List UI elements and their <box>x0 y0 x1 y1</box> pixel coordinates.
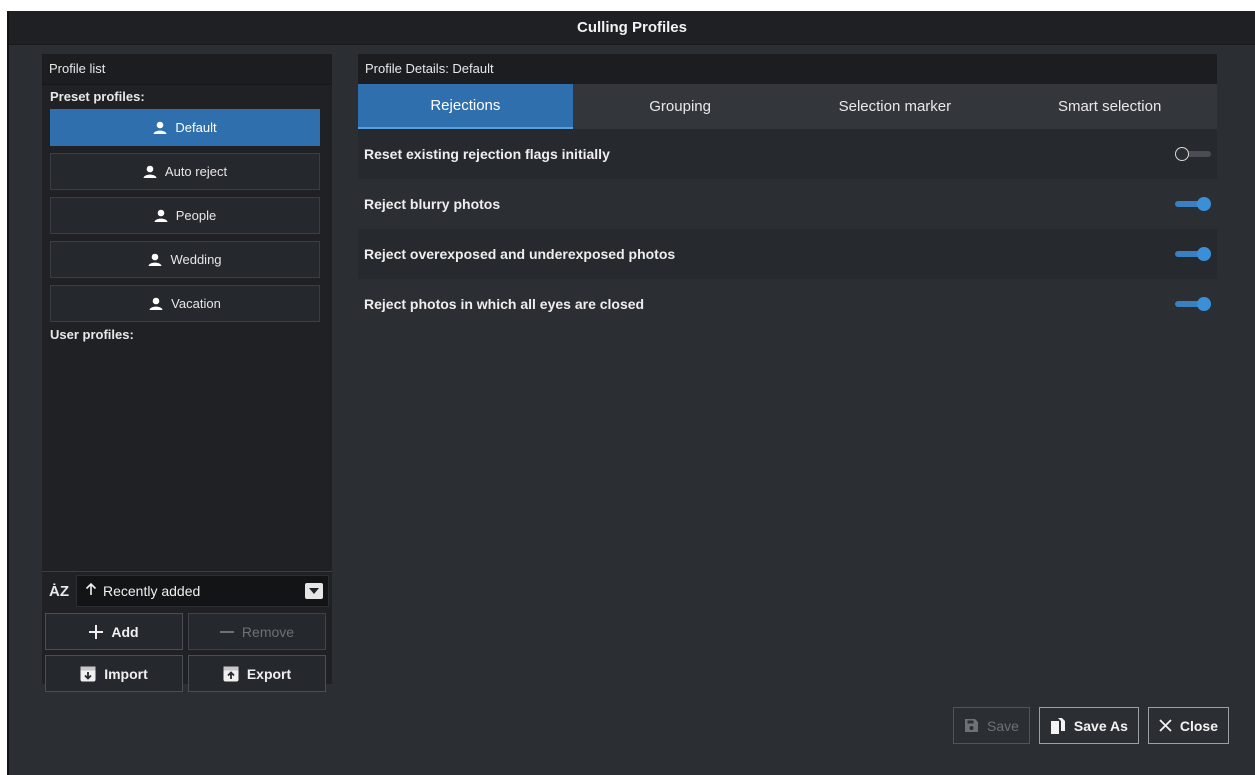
profile-item-default[interactable]: Default <box>50 109 320 146</box>
reset-flags-toggle[interactable] <box>1175 146 1211 162</box>
floppy-disk-icon <box>964 718 979 733</box>
profile-item-people[interactable]: People <box>50 197 320 234</box>
person-icon <box>153 121 167 134</box>
close-button-label: Close <box>1179 717 1218 734</box>
person-icon <box>154 209 168 222</box>
profile-list-panel: Profile list Preset profiles: Default Au… <box>42 54 332 692</box>
add-button[interactable]: Add <box>45 613 183 650</box>
option-label: Reject blurry photos <box>364 196 501 212</box>
remove-button-label: Remove <box>241 623 295 640</box>
window-title: Culling Profiles <box>9 11 1255 45</box>
profile-item-label: Auto reject <box>164 164 228 179</box>
option-label: Reject overexposed and underexposed phot… <box>364 246 676 262</box>
profile-item-label: Default <box>175 120 217 135</box>
dialog-footer: Save Save As Close <box>952 707 1229 744</box>
save-button-label: Save <box>986 717 1019 734</box>
user-profiles-label: User profiles: <box>50 327 134 342</box>
tab-grouping[interactable]: Grouping <box>573 84 788 129</box>
remove-button[interactable]: Remove <box>188 613 326 650</box>
import-icon <box>80 666 96 682</box>
tab-smart-selection[interactable]: Smart selection <box>1002 84 1217 129</box>
profile-item-vacation[interactable]: Vacation <box>50 285 320 322</box>
profile-item-label: Vacation <box>171 296 221 311</box>
profile-list-header: Profile list <box>42 54 332 85</box>
option-label: Reject photos in which all eyes are clos… <box>364 296 645 312</box>
sort-order-value: Recently added <box>103 583 201 599</box>
option-row-reset-flags: Reset existing rejection flags initially <box>358 129 1217 179</box>
export-button-label: Export <box>246 665 292 682</box>
person-icon <box>149 297 163 310</box>
preset-profiles-label: Preset profiles: <box>50 89 145 104</box>
plus-icon <box>89 624 104 639</box>
profile-details-header: Profile Details: Default <box>358 54 1217 84</box>
copy-document-icon <box>1050 717 1066 735</box>
details-tabs: Rejections Grouping Selection marker Sma… <box>358 84 1217 129</box>
person-icon <box>143 165 157 178</box>
close-button[interactable]: Close <box>1147 707 1229 744</box>
sort-bar: ȦZ Recently added <box>42 571 332 610</box>
minus-icon <box>219 625 234 639</box>
tab-rejections[interactable]: Rejections <box>358 84 573 129</box>
import-button[interactable]: Import <box>45 655 183 692</box>
save-as-button-label: Save As <box>1073 717 1128 734</box>
export-button[interactable]: Export <box>188 655 326 692</box>
profile-details-panel: Profile Details: Default Rejections Grou… <box>358 54 1217 684</box>
culling-profiles-window: Culling Profiles Profile list Preset pro… <box>7 11 1255 775</box>
export-icon <box>223 666 239 682</box>
reject-blurry-toggle[interactable] <box>1175 196 1211 212</box>
profile-item-label: Wedding <box>170 252 222 267</box>
profile-item-wedding[interactable]: Wedding <box>50 241 320 278</box>
add-button-label: Add <box>111 623 139 640</box>
profile-actions: Add Remove Import Export <box>45 613 329 692</box>
option-row-reject-closed-eyes: Reject photos in which all eyes are clos… <box>358 279 1217 329</box>
sort-az-icon[interactable]: ȦZ <box>42 583 76 600</box>
close-icon <box>1159 719 1172 732</box>
reject-closed-eyes-toggle[interactable] <box>1175 296 1211 312</box>
reject-exposure-toggle[interactable] <box>1175 246 1211 262</box>
save-button[interactable]: Save <box>952 707 1030 744</box>
tab-selection-marker[interactable]: Selection marker <box>788 84 1003 129</box>
profile-item-label: People <box>175 208 217 223</box>
option-label: Reset existing rejection flags initially <box>364 146 610 162</box>
profile-item-auto-reject[interactable]: Auto reject <box>50 153 320 190</box>
arrow-up-icon <box>85 582 97 599</box>
option-row-reject-exposure: Reject overexposed and underexposed phot… <box>358 229 1217 279</box>
option-row-reject-blurry: Reject blurry photos <box>358 179 1217 229</box>
chevron-down-icon[interactable] <box>305 583 323 599</box>
import-button-label: Import <box>104 665 148 682</box>
save-as-button[interactable]: Save As <box>1038 707 1139 744</box>
person-icon <box>148 253 162 266</box>
sort-order-select[interactable]: Recently added <box>76 575 329 607</box>
user-profiles-list <box>42 347 332 546</box>
